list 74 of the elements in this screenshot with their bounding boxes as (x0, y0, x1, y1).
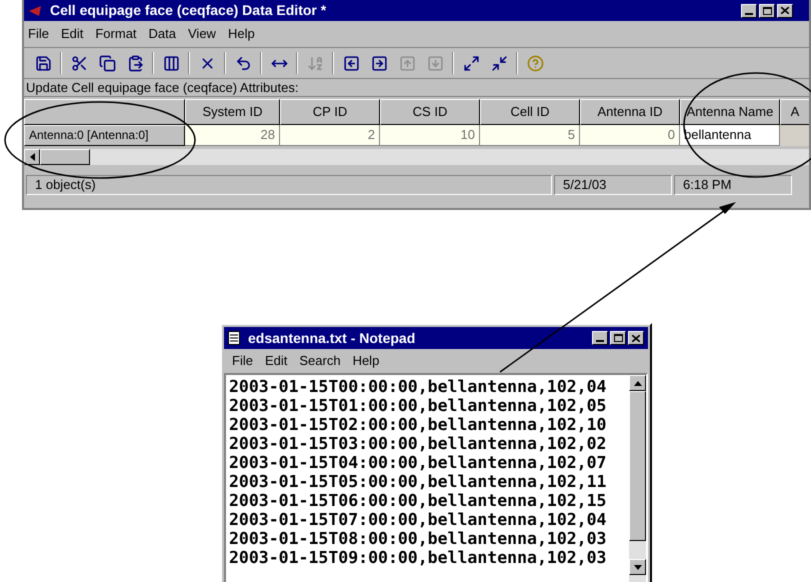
minimize-button[interactable] (741, 4, 757, 18)
paste-icon (126, 54, 144, 72)
status-panel: 5/21/03 (554, 175, 672, 195)
up-arrow-icon (634, 380, 642, 386)
maximize-icon (762, 6, 772, 14)
text-line: 2003-01-15T06:00:00,bellantenna,102,15 (229, 491, 608, 510)
menu-item[interactable]: Edit (264, 351, 288, 371)
status-panel: 6:18 PM (674, 175, 792, 195)
shrink-icon (490, 54, 508, 72)
horizontal-scrollbar[interactable] (24, 149, 809, 165)
row-header[interactable]: Antenna:0 [Antenna:0] (24, 125, 185, 146)
vertical-scrollbar[interactable] (629, 375, 646, 582)
table-cell[interactable]: 5 (480, 125, 580, 146)
scroll-down-button[interactable] (629, 559, 646, 575)
close-icon (781, 7, 789, 14)
column-header[interactable]: CP ID (280, 99, 380, 125)
text-line: 2003-01-15T09:00:00,bellantenna,102,03 (229, 548, 608, 567)
left-arrow-icon (30, 153, 34, 161)
minimize-icon (596, 340, 604, 342)
text-line: 2003-01-15T04:00:00,bellantenna,102,07 (229, 453, 608, 472)
scroll-thumb[interactable] (40, 149, 90, 165)
text-line: 2003-01-15T01:00:00,bellantenna,102,05 (229, 396, 608, 415)
scroll-up-button[interactable] (629, 375, 646, 391)
close-button[interactable] (777, 4, 793, 18)
scissors-icon (70, 54, 88, 72)
menu-item[interactable]: Search (299, 351, 341, 371)
menu-item[interactable]: Data (148, 24, 176, 44)
menu-item[interactable]: Format (95, 24, 137, 44)
expand-icon (462, 54, 480, 72)
column-header[interactable]: System ID (185, 99, 280, 125)
column-header[interactable]: A (780, 99, 809, 125)
maximize-button[interactable] (610, 331, 626, 345)
menu-item[interactable]: Help (228, 24, 255, 44)
attributes-caption: Update Cell equipage face (ceqface) Attributes: (24, 79, 809, 97)
column-header[interactable]: Antenna ID (580, 99, 680, 125)
column-header[interactable]: Cell ID (480, 99, 580, 125)
notepad-icon (228, 331, 240, 345)
menu-item[interactable]: File (28, 24, 49, 44)
scroll-left-button[interactable] (24, 149, 40, 165)
add-column-icon (162, 54, 180, 72)
text-line: 2003-01-15T07:00:00,bellantenna,102,04 (229, 510, 608, 529)
text-line: 2003-01-15T05:00:00,bellantenna,102,11 (229, 472, 608, 491)
menu-item[interactable]: View (188, 24, 216, 44)
undo-icon (234, 54, 252, 72)
minimize-button[interactable] (592, 331, 608, 345)
text-line: 2003-01-15T00:00:00,bellantenna,102,04 (229, 377, 608, 396)
maximize-button[interactable] (759, 4, 775, 18)
menu-item[interactable]: File (232, 351, 253, 371)
close-button[interactable] (628, 331, 644, 345)
window-title: edsantenna.txt - Notepad (248, 328, 416, 348)
scroll-thumb[interactable] (629, 391, 646, 541)
app-icon (28, 4, 42, 16)
text-line: 2003-01-15T08:00:00,bellantenna,102,03 (229, 529, 608, 548)
text-line: 2003-01-15T02:00:00,bellantenna,102,10 (229, 415, 608, 434)
column-header[interactable]: CS ID (380, 99, 480, 125)
window-title: Cell equipage face (ceqface) Data Editor * (50, 1, 328, 20)
table-cell[interactable]: 2 (280, 125, 380, 146)
help-icon (526, 54, 544, 72)
down-arrow-icon (634, 564, 642, 570)
status-panel: 1 object(s) (26, 175, 552, 195)
table-cell[interactable]: 0 (580, 125, 680, 146)
column-header[interactable]: Antenna Name (680, 99, 780, 125)
table-cell[interactable]: 28 (185, 125, 280, 146)
text-line: 2003-01-15T03:00:00,bellantenna,102,02 (229, 434, 608, 453)
menu-item[interactable]: Help (352, 351, 380, 371)
minimize-icon (745, 12, 753, 14)
sort-icon (306, 54, 324, 72)
maximize-icon (614, 334, 622, 342)
copy-icon (98, 54, 116, 72)
close-icon (632, 334, 640, 342)
table-cell[interactable]: 10 (380, 125, 480, 146)
save-icon (34, 54, 52, 72)
menu-item[interactable]: Edit (60, 24, 84, 44)
text-area[interactable] (224, 373, 648, 582)
